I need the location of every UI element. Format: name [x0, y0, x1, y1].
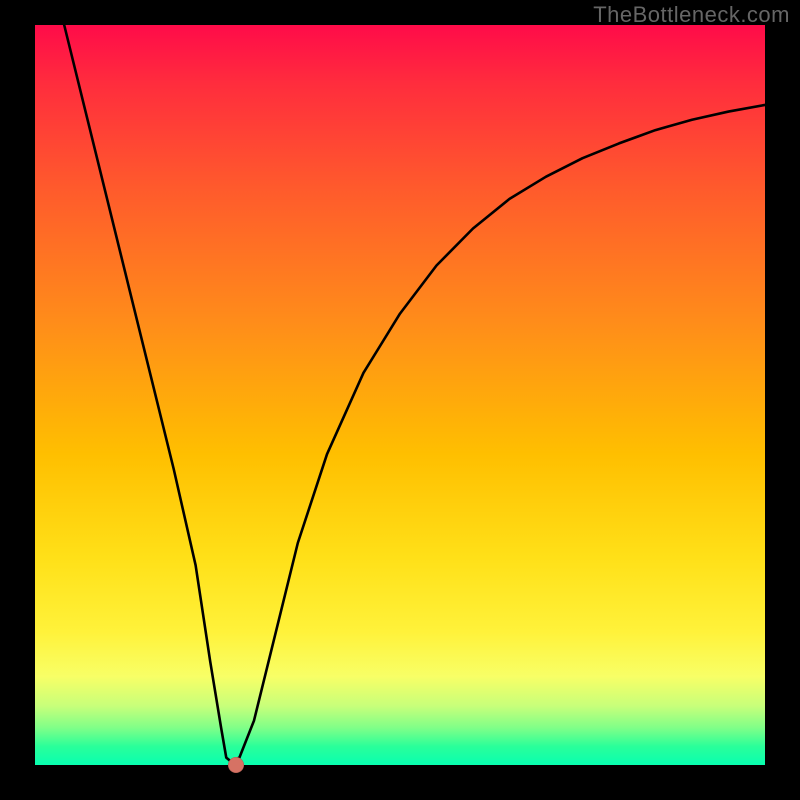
bottleneck-curve [64, 25, 765, 761]
optimal-point-marker [228, 757, 244, 773]
plot-area [35, 25, 765, 765]
chart-frame: TheBottleneck.com [0, 0, 800, 800]
curve-svg [35, 25, 765, 765]
watermark-text: TheBottleneck.com [593, 2, 790, 28]
